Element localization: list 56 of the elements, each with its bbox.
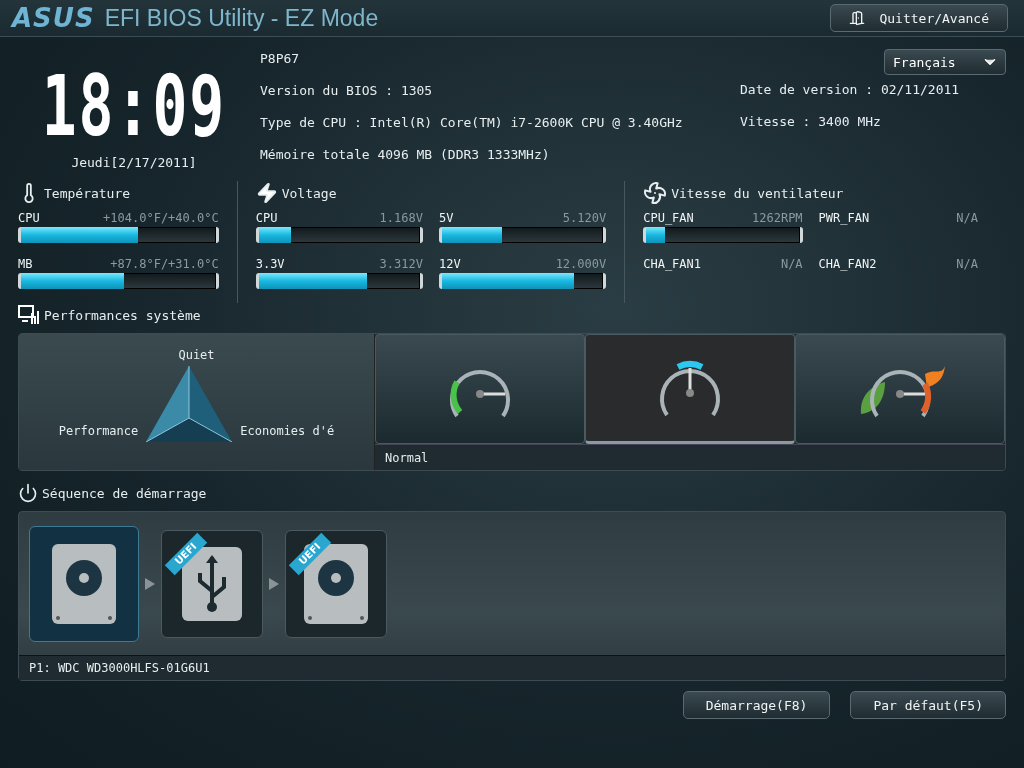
- clock-time: 18:09: [41, 58, 227, 154]
- info-line: Type de CPU : Intel(R) Core(TM) i7-2600K CPU @ 3.40GHz: [260, 115, 684, 132]
- sensor-reading: +104.0°F/+40.0°C: [103, 211, 219, 225]
- sensor-name: 12V: [438, 257, 461, 271]
- sensor-name: 3.3V: [255, 257, 285, 271]
- monitor-chart-icon: [18, 305, 40, 325]
- performance-mode-tile[interactable]: [585, 334, 795, 444]
- sensor-reading: N/A: [956, 257, 978, 271]
- performance-mode-tile[interactable]: [795, 334, 1005, 444]
- sensor-reading: 1262RPM: [752, 211, 803, 225]
- info-line: Version du BIOS : 1305: [260, 83, 434, 100]
- triangle-label: Economies d'é: [240, 424, 335, 440]
- performance-mode-tile[interactable]: [375, 334, 585, 444]
- language-dropdown[interactable]: Français: [884, 49, 1006, 75]
- lightning-icon: [255, 182, 278, 204]
- logo: ASUS: [12, 3, 95, 33]
- sensor-name: PWR_FAN: [818, 211, 870, 225]
- section-title: Température: [44, 185, 131, 201]
- sensor-name: MB: [18, 257, 33, 271]
- window-title: EFI BIOS Utility - EZ Mode: [104, 4, 380, 32]
- clock-date: Jeudi[2/17/2011]: [71, 155, 197, 170]
- sensor-reading: 1.168V: [379, 211, 423, 225]
- footer-button[interactable]: Démarrage(F8): [682, 691, 831, 719]
- boot-device-caption: P1: WDC WD3000HLFS-01G6U1: [19, 655, 1005, 680]
- arrow-icon: [269, 577, 279, 590]
- sensor-reading: 3.312V: [379, 257, 423, 271]
- info-line: Vitesse : 3400 MHz: [740, 114, 881, 131]
- hard-drive-icon: [52, 543, 116, 624]
- info-line: Date de version : 02/11/2011: [740, 82, 960, 99]
- boot-device-tile[interactable]: [29, 525, 139, 642]
- power-icon: [18, 483, 38, 503]
- sensor-name: CPU: [18, 211, 40, 225]
- info-line: P8P67: [260, 51, 301, 68]
- footer-button[interactable]: Par défaut(F5): [850, 691, 1006, 719]
- sensor-name: CHA_FAN2: [818, 257, 877, 271]
- triangle-label: Quiet: [178, 348, 215, 364]
- section-title: Vitesse du ventilateur: [671, 185, 844, 201]
- sensor-name: 5V: [438, 211, 454, 225]
- exit-button[interactable]: Quitter/Avancé: [830, 4, 1008, 32]
- sensor-name: CHA_FAN1: [643, 257, 701, 271]
- mode-caption: Normal: [375, 444, 1005, 470]
- section-title: Performances système: [44, 307, 201, 323]
- door-icon: [849, 10, 866, 26]
- section-title: Voltage: [281, 185, 337, 201]
- fan-icon: [643, 181, 668, 205]
- sensor-name: CPU: [255, 211, 278, 225]
- triangle-label: Performance: [58, 424, 139, 440]
- sensor-reading: N/A: [780, 257, 803, 271]
- info-line: Mémoire totale 4096 MB (DDR3 1333MHz): [260, 147, 551, 164]
- sensor-reading: +87.8°F/+31.0°C: [110, 257, 219, 271]
- sensor-reading: N/A: [956, 211, 978, 225]
- sensor-name: CPU_FAN: [643, 211, 694, 225]
- sensor-reading: 5.120V: [562, 211, 607, 225]
- arrow-icon: [145, 577, 155, 590]
- sensor-reading: 12.000V: [555, 257, 607, 271]
- section-title: Séquence de démarrage: [42, 485, 207, 501]
